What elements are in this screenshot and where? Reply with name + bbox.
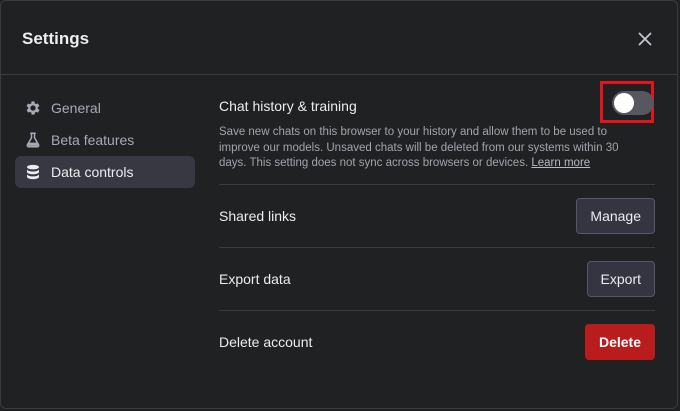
export-data-row: Export data Export (219, 248, 655, 310)
database-icon (24, 163, 42, 181)
flask-icon (24, 131, 42, 149)
sidebar-item-label: Data controls (51, 164, 134, 180)
shared-links-label: Shared links (219, 208, 297, 224)
chat-history-label: Chat history & training (219, 98, 357, 114)
learn-more-link[interactable]: Learn more (531, 157, 590, 169)
gear-icon (24, 99, 42, 117)
delete-button[interactable]: Delete (584, 324, 655, 360)
toggle-knob (614, 93, 634, 113)
settings-sidebar: General Beta features Data controls (15, 92, 195, 188)
sidebar-item-label: General (51, 100, 101, 116)
sidebar-item-beta-features[interactable]: Beta features (15, 124, 195, 156)
export-button[interactable]: Export (586, 261, 655, 297)
close-button[interactable] (633, 27, 657, 51)
sidebar-item-data-controls[interactable]: Data controls (15, 156, 195, 188)
chat-history-description: Save new chats on this browser to your h… (219, 125, 639, 172)
dialog-header: Settings (1, 1, 677, 75)
delete-account-row: Delete account Delete (219, 311, 655, 373)
chat-history-toggle[interactable] (612, 91, 654, 115)
delete-account-label: Delete account (219, 334, 313, 350)
shared-links-row: Shared links Manage (219, 185, 655, 247)
manage-button[interactable]: Manage (576, 198, 655, 234)
settings-dialog: Settings General Beta features Data cont… (0, 0, 678, 409)
export-data-label: Export data (219, 271, 291, 287)
sidebar-item-general[interactable]: General (15, 92, 195, 124)
dialog-title: Settings (22, 29, 90, 48)
sidebar-item-label: Beta features (51, 132, 135, 148)
close-icon (633, 27, 657, 51)
